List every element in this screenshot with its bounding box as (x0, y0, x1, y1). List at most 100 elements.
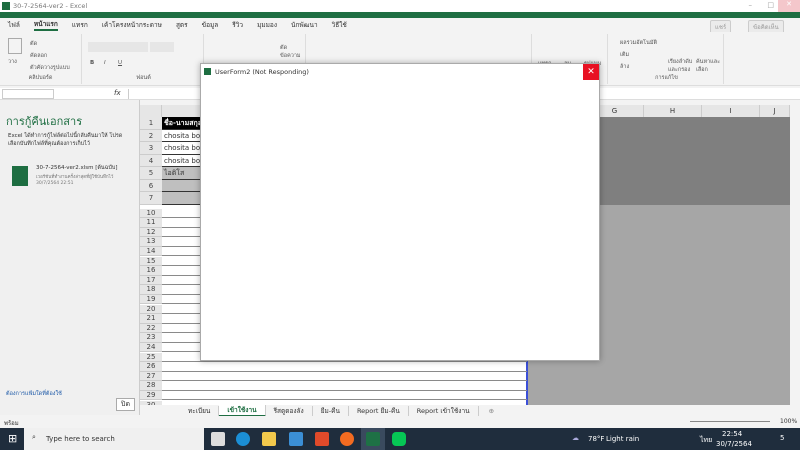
tab-data[interactable]: ข้อมูล (202, 20, 219, 30)
add-sheet-button[interactable]: ⊕ (489, 407, 494, 415)
file-explorer-icon[interactable] (262, 432, 276, 446)
wrap-text-button[interactable]: ตัดข้อความ (280, 44, 305, 60)
search-icon: ⌕ (32, 433, 36, 441)
sheet-tab[interactable]: Report เข้าใช้งาน (409, 405, 479, 416)
row-header[interactable]: 24 (140, 342, 162, 353)
notifications-icon[interactable]: 5 (780, 434, 784, 442)
column-header-j[interactable]: J (760, 105, 790, 117)
tab-developer[interactable]: นักพัฒนา (291, 20, 318, 30)
fx-icon[interactable]: fx (114, 89, 121, 97)
row-header[interactable]: 27 (140, 371, 162, 382)
tab-formulas[interactable]: สูตร (176, 20, 188, 30)
table-row[interactable] (162, 391, 527, 401)
row-header[interactable]: 7 (140, 192, 162, 205)
clock-date[interactable]: 30/7/2564 (716, 440, 752, 448)
clear-button[interactable]: ล้าง (620, 63, 629, 71)
tab-home[interactable]: หน้าแรก (33, 19, 58, 31)
mail-icon[interactable] (289, 432, 303, 446)
row-header[interactable]: 22 (140, 323, 162, 334)
tab-view[interactable]: มุมมอง (257, 20, 277, 30)
find-select-button[interactable]: ค้นหาและเลือก (696, 58, 722, 74)
row-header[interactable]: 14 (140, 246, 162, 257)
app-icon[interactable] (340, 432, 354, 446)
copy-button[interactable]: คัดลอก (30, 52, 47, 60)
font-size-select[interactable] (150, 42, 174, 52)
status-bar: พร้อม 100% (0, 416, 800, 428)
office-icon[interactable] (315, 432, 329, 446)
column-header-h[interactable]: H (644, 105, 702, 117)
row-header[interactable]: 15 (140, 256, 162, 267)
row-header[interactable]: 10 (140, 208, 162, 219)
row-header[interactable]: 11 (140, 218, 162, 228)
sheet-tab[interactable]: ยืม-คืน (313, 405, 349, 416)
format-painter-button[interactable]: ตัวคัดวางรูปแบบ (30, 64, 70, 72)
cut-button[interactable]: ตัด (30, 40, 37, 48)
sheet-tab[interactable]: Report ยืม-คืน (349, 405, 409, 416)
italic-button[interactable]: I (104, 60, 106, 66)
underline-button[interactable]: U (118, 60, 122, 66)
row-header[interactable]: 23 (140, 333, 162, 343)
sheet-tab[interactable]: รีสตูดองลัง (266, 405, 313, 416)
row-header[interactable]: 21 (140, 314, 162, 324)
table-row[interactable] (162, 381, 527, 391)
table-row[interactable] (162, 362, 527, 372)
clock-time[interactable]: 22:54 (722, 430, 742, 438)
row-header[interactable]: 12 (140, 227, 162, 238)
search-input[interactable]: Type here to search (46, 435, 115, 443)
select-all[interactable] (140, 105, 162, 117)
edge-icon[interactable] (236, 432, 250, 446)
recovered-file-desc: เวอร์ชันที่ทำงานครั้งล่าสุดที่ผู้ใช้บันท… (36, 175, 114, 180)
row-header[interactable]: 2 (140, 129, 162, 142)
row-header[interactable]: 16 (140, 266, 162, 276)
excel-icon (366, 432, 380, 446)
language-indicator[interactable]: ไทย (700, 435, 712, 446)
row-header[interactable]: 29 (140, 390, 162, 401)
recovered-file-name[interactable]: 30-7-2564-ver2.xlsm [ต้นฉบับ] (36, 164, 118, 172)
sheet-tab[interactable]: ทะเบียน (180, 405, 220, 416)
table-row[interactable] (162, 372, 527, 382)
weather-text[interactable]: Light rain (606, 435, 639, 443)
row-header[interactable]: 17 (140, 275, 162, 286)
row-header[interactable]: 5 (140, 167, 162, 180)
row-header[interactable]: 13 (140, 237, 162, 247)
zoom-slider[interactable] (690, 421, 770, 422)
close-window-button[interactable]: ✕ (778, 0, 800, 12)
tab-insert[interactable]: แทรก (72, 20, 88, 30)
row-header[interactable]: 1 (140, 117, 162, 130)
store-icon[interactable] (211, 432, 225, 446)
row-header[interactable]: 25 (140, 352, 162, 363)
fill-button[interactable]: เติม (620, 51, 629, 59)
row-header[interactable]: 3 (140, 142, 162, 155)
maximize-button[interactable]: □ (767, 1, 774, 9)
windows-start-icon[interactable]: ⊞ (8, 432, 17, 445)
row-header[interactable]: 20 (140, 304, 162, 315)
excel-icon (2, 2, 10, 10)
row-header[interactable]: 19 (140, 294, 162, 305)
tab-help[interactable]: วิธีใช้ (332, 20, 347, 30)
bold-button[interactable]: B (90, 60, 94, 66)
row-header[interactable]: 26 (140, 362, 162, 372)
row-header[interactable]: 28 (140, 381, 162, 391)
row-header[interactable]: 6 (140, 179, 162, 192)
line-icon[interactable] (392, 432, 406, 446)
search-box[interactable]: ⌕ Type here to search (24, 428, 204, 450)
recovery-close-button[interactable]: ปิด (116, 398, 135, 411)
column-header-i[interactable]: I (702, 105, 760, 117)
tab-review[interactable]: รีวิว (232, 20, 243, 30)
help-link[interactable]: ต้องการแฟ้มใดที่ต้องใช้ (6, 390, 62, 398)
name-box[interactable] (2, 89, 54, 99)
tab-page-layout[interactable]: เค้าโครงหน้ากระดาษ (102, 20, 162, 30)
dialog-close-button[interactable]: ✕ (583, 64, 599, 80)
autosum-button[interactable]: ผลรวมอัตโนมัติ (620, 39, 657, 47)
excel-file-icon (12, 166, 28, 186)
sheet-tabs: ทะเบียน เข้าใช้งาน รีสตูดองลัง ยืม-คืน R… (140, 404, 800, 417)
row-header[interactable]: 18 (140, 285, 162, 295)
tab-file[interactable]: ไฟล์ (8, 20, 20, 30)
font-name-select[interactable] (88, 42, 148, 52)
sort-filter-button[interactable]: เรียงลำดับและกรอง (668, 58, 696, 74)
minimize-button[interactable]: – (749, 1, 753, 9)
weather-temp[interactable]: 78°F (588, 435, 604, 443)
paste-button[interactable]: วาง (8, 58, 17, 66)
sheet-tab-active[interactable]: เข้าใช้งาน (219, 404, 266, 417)
row-header[interactable]: 4 (140, 154, 162, 167)
